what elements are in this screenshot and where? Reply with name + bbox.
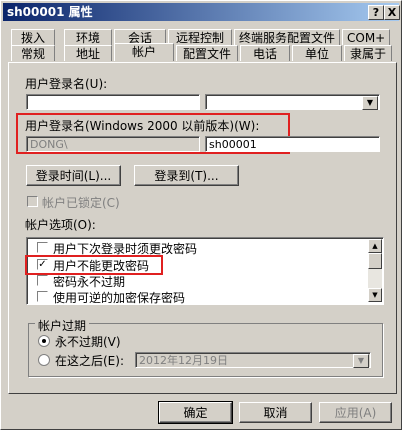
scroll-down-icon[interactable]: ▼ <box>368 288 382 302</box>
radio-never-expires[interactable] <box>38 335 50 347</box>
option-checkbox-never-expires[interactable] <box>37 275 48 286</box>
options-scrollbar[interactable]: ▲ ▼ <box>368 239 382 302</box>
chevron-down-icon[interactable]: ▼ <box>362 96 378 110</box>
never-expires-label: 永不过期(V) <box>55 335 121 349</box>
tab-remote-control[interactable]: 远程控制 <box>168 29 232 45</box>
option-label-never-expires: 密码永不过期 <box>53 275 126 289</box>
properties-dialog: sh00001 属性 ? X 拨入 环境 会话 远程控制 终端服务配置文件 CO… <box>0 0 402 430</box>
ok-button[interactable]: 确定 <box>158 401 233 424</box>
tab-account[interactable]: 帐户 <box>114 43 174 61</box>
tab-com-plus[interactable]: COM+ <box>342 29 390 45</box>
apply-button[interactable]: 应用(A) <box>319 402 392 423</box>
logon-name-input[interactable] <box>26 94 200 110</box>
scroll-up-icon[interactable]: ▲ <box>368 239 382 253</box>
expiry-date-value: 2012年12月19日 <box>139 354 228 367</box>
scroll-thumb[interactable] <box>368 253 382 269</box>
tab-profile[interactable]: 配置文件 <box>176 45 238 61</box>
end-of-label: 在这之后(E): <box>55 354 124 368</box>
option-checkbox-reversible[interactable] <box>37 291 48 302</box>
upn-suffix-dropdown[interactable]: ▼ <box>205 94 380 110</box>
help-button[interactable]: ? <box>368 5 384 20</box>
expiry-date-picker: 2012年12月19日 ▼ <box>135 352 371 368</box>
title-bar: sh00001 属性 ? X <box>3 3 400 21</box>
tab-address[interactable]: 地址 <box>64 45 112 61</box>
pre2000-label: 用户登录名(Windows 2000 以前版本)(W): <box>25 119 260 133</box>
tab-telephones[interactable]: 电话 <box>240 45 290 61</box>
pre2000-domain-field: DONG\ <box>26 136 200 152</box>
logon-hours-button[interactable]: 登录时间(L)... <box>26 165 121 186</box>
account-options-label: 帐户选项(O): <box>25 218 96 232</box>
tab-member-of[interactable]: 隶属于 <box>344 45 392 61</box>
window-title: sh00001 属性 <box>7 5 93 19</box>
tab-organization[interactable]: 单位 <box>292 45 342 61</box>
tab-environment[interactable]: 环境 <box>64 29 112 45</box>
account-locked-label: 帐户已锁定(C) <box>42 196 120 210</box>
account-locked-checkbox <box>27 196 38 207</box>
highlight-cannot-change <box>25 255 163 275</box>
logon-to-button[interactable]: 登录到(T)... <box>134 165 239 186</box>
chevron-down-icon: ▼ <box>353 354 369 368</box>
tab-general[interactable]: 常规 <box>11 45 55 61</box>
tab-ts-profile[interactable]: 终端服务配置文件 <box>234 29 340 45</box>
logon-name-label: 用户登录名(U): <box>25 77 108 91</box>
option-checkbox-must-change[interactable] <box>37 242 48 253</box>
close-button[interactable]: X <box>384 5 400 20</box>
radio-end-of[interactable] <box>38 354 50 366</box>
tab-dial-in[interactable]: 拨入 <box>11 29 55 45</box>
cancel-button[interactable]: 取消 <box>239 402 312 423</box>
pre2000-name-input[interactable]: sh00001 <box>205 136 380 152</box>
option-label-reversible: 使用可逆的加密保存密码 <box>53 291 186 305</box>
account-expires-label: 帐户过期 <box>35 317 90 334</box>
